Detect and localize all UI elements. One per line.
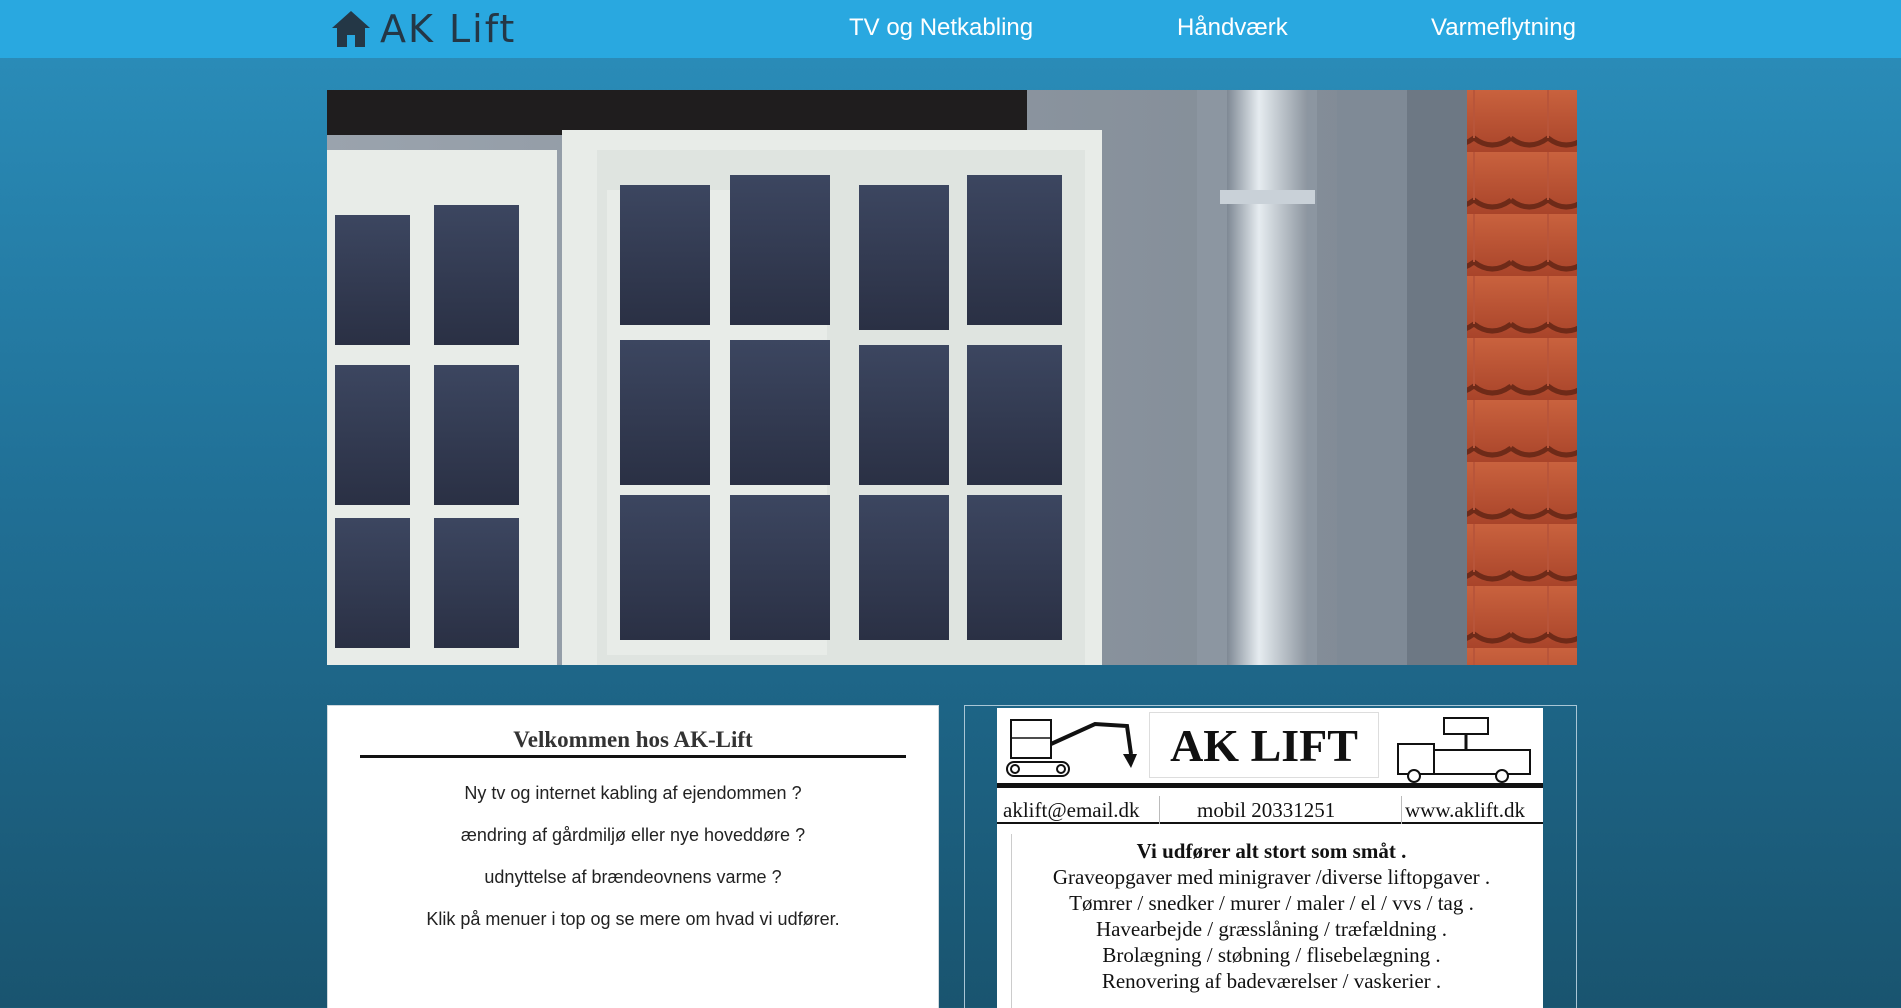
home-link[interactable]: AK Lift bbox=[330, 4, 516, 54]
welcome-line-braendeovn: udnyttelse af brændeovnens varme ? bbox=[484, 867, 782, 887]
mini-excavator-icon bbox=[1006, 719, 1137, 777]
top-navigation-bar: AK Lift TV og Netkabling Håndværk Varmef… bbox=[0, 0, 1901, 58]
flyer-service-lead: Vi udfører alt stort som småt . bbox=[1136, 839, 1407, 863]
flyer-service-item: Havearbejde / græsslåning / træfældning … bbox=[1095, 917, 1448, 941]
flyer-web: www.aklift.dk bbox=[1405, 798, 1525, 822]
home-icon bbox=[332, 11, 370, 47]
nav-varmeflytning[interactable]: Varmeflytning bbox=[1431, 14, 1576, 42]
brand-name: AK Lift bbox=[380, 7, 517, 51]
lift-truck-icon bbox=[1397, 717, 1531, 783]
welcome-line-menu-hint: Klik på menuer i top og se mere om hvad … bbox=[426, 909, 840, 929]
nav-tv-og-netkabling[interactable]: TV og Netkabling bbox=[849, 14, 1033, 42]
hero-image bbox=[327, 90, 1577, 665]
flyer-panel: AK LIFT aklift@email.dk mobil 20331251 w… bbox=[964, 705, 1577, 1008]
welcome-panel: Velkommen hos AK-Lift Ny tv og internet … bbox=[327, 705, 939, 1008]
flyer-email: aklift@email.dk bbox=[1003, 798, 1140, 822]
flyer-phone: mobil 20331251 bbox=[1197, 798, 1336, 822]
flyer-service-item: Tømrer / snedker / murer / maler / el / … bbox=[1069, 891, 1474, 915]
flyer-title: AK LIFT bbox=[1149, 712, 1379, 778]
welcome-title: Velkommen hos AK-Lift bbox=[360, 727, 906, 758]
welcome-line-tv: Ny tv og internet kabling af ejendommen … bbox=[464, 783, 802, 803]
flyer-contact-row: aklift@email.dk mobil 20331251 www.aklif… bbox=[997, 796, 1543, 824]
ak-lift-flyer: AK LIFT aklift@email.dk mobil 20331251 w… bbox=[997, 708, 1543, 1008]
nav-handvaerk[interactable]: Håndværk bbox=[1177, 14, 1288, 42]
flyer-service-item: Graveopgaver med minigraver /diverse lif… bbox=[1052, 865, 1491, 889]
welcome-line-gardmiljo: ændring af gårdmiljø eller nye hoveddøre… bbox=[460, 825, 806, 845]
divider bbox=[1159, 796, 1160, 824]
divider bbox=[1401, 796, 1402, 824]
flyer-service-item: Brolægning / støbning / flisebelægning . bbox=[1102, 943, 1441, 967]
hero-photo-windows-and-roof bbox=[327, 90, 1577, 665]
welcome-text: Ny tv og internet kabling af ejendommen … bbox=[328, 772, 938, 940]
flyer-header: AK LIFT bbox=[997, 708, 1543, 788]
flyer-service-item: Renovering af badeværelser / vaskerier . bbox=[1101, 969, 1442, 993]
flyer-services: Vi udfører alt stort som småt . Graveopg… bbox=[1011, 834, 1531, 1008]
